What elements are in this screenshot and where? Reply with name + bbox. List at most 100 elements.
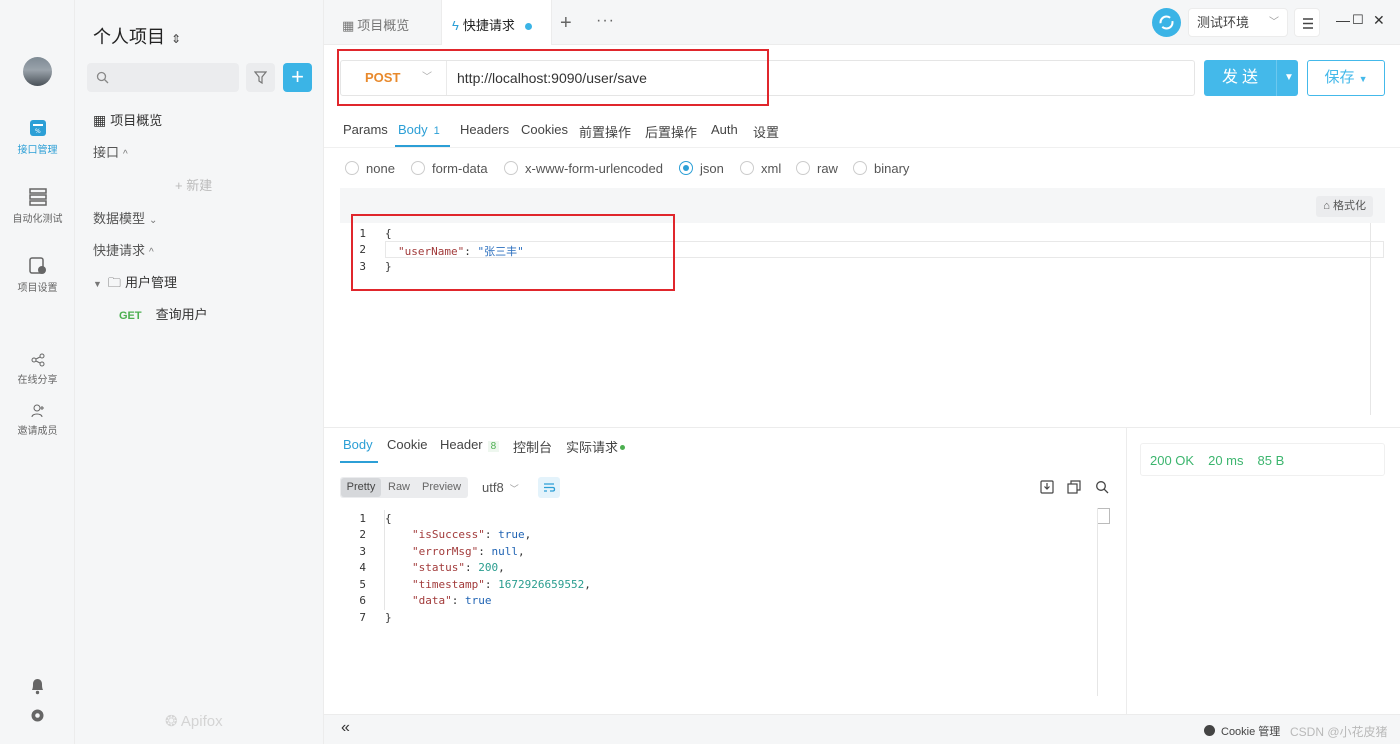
radio-label: binary — [874, 161, 910, 176]
save-label: 保存 — [1324, 69, 1355, 86]
tab-label: 快捷请求 — [462, 18, 515, 33]
editor-scrollbar[interactable] — [1370, 223, 1371, 415]
json-key: "data" — [412, 594, 452, 607]
body-type-xml[interactable]: xml — [740, 161, 781, 176]
rail-label: 在线分享 — [17, 375, 58, 386]
current-line-highlight — [385, 241, 1384, 258]
rail-item-project-settings[interactable]: 项目设置 — [0, 257, 75, 294]
logo-text: Apifox — [180, 713, 223, 730]
filter-button[interactable] — [246, 63, 275, 92]
tab-cookies[interactable]: Cookies — [521, 122, 568, 137]
tab-quick-request[interactable]: ϟ 快捷请求 — [441, 0, 552, 45]
add-button[interactable]: + — [283, 63, 312, 92]
res-tab-console[interactable]: 控制台 — [513, 437, 552, 456]
json-value: 200 — [478, 561, 499, 574]
sidebar-item-overview[interactable]: ▦ 项目概览 — [93, 110, 162, 129]
view-mode-segmented: Pretty Raw Preview — [340, 477, 468, 498]
sidebar-item-quick-requests[interactable]: 快捷请求 ^ — [93, 240, 154, 259]
body-type-urlencoded[interactable]: x-www-form-urlencoded — [504, 161, 663, 176]
sidebar-item-interfaces[interactable]: 接口 ^ — [93, 142, 128, 161]
line-number: 7 — [359, 611, 366, 624]
search-icon[interactable] — [1095, 480, 1109, 494]
tab-body[interactable]: Body 1 — [398, 122, 440, 137]
chevron-down-icon[interactable]: ▼ — [1284, 60, 1294, 96]
tab-settings[interactable]: 设置 — [753, 122, 779, 141]
maximize-button[interactable]: ☐ — [1352, 12, 1364, 28]
scrollbar-thumb[interactable] — [1098, 508, 1110, 524]
body-type-raw[interactable]: raw — [796, 161, 838, 176]
res-tab-actual-request[interactable]: 实际请求 — [566, 437, 626, 456]
rail-item-automation[interactable]: 自动化测试 — [0, 188, 75, 225]
wrap-button[interactable] — [538, 477, 560, 498]
tab-post-ops[interactable]: 后置操作 — [645, 122, 697, 141]
status-code: 200 OK — [1150, 453, 1195, 468]
tab-params[interactable]: Params — [343, 122, 388, 137]
download-icon[interactable] — [1040, 480, 1054, 494]
view-preview[interactable]: Preview — [422, 481, 461, 493]
tab-pre-ops[interactable]: 前置操作 — [579, 122, 631, 141]
sidebar-item-data-models[interactable]: 数据模型 ⌄ — [93, 208, 157, 227]
format-label: 格式化 — [1333, 200, 1366, 212]
environment-select[interactable]: 测试环境 ﹀ — [1188, 8, 1288, 37]
app-rail: % 接口管理 自动化测试 项目设置 在线分享 邀请成员 — [0, 0, 75, 744]
cookie-manager-button[interactable]: Cookie 管理 — [1204, 723, 1280, 739]
rail-item-invite[interactable]: 邀请成员 — [0, 404, 75, 437]
settings-doc-icon — [28, 257, 46, 274]
json-key: "userName" — [398, 245, 465, 258]
response-size: 85 B — [1257, 453, 1285, 468]
sync-button[interactable] — [1152, 8, 1181, 37]
send-button[interactable]: 发送 ▼ — [1204, 60, 1298, 96]
rail-item-api[interactable]: % 接口管理 — [0, 119, 75, 156]
code-line: } — [385, 611, 392, 624]
tab-overview[interactable]: ▦ 项目概览 — [342, 0, 442, 45]
rail-label: 接口管理 — [17, 145, 58, 156]
invite-icon — [31, 404, 44, 418]
environment-menu-button[interactable] — [1294, 8, 1320, 37]
view-raw[interactable]: Raw — [388, 481, 410, 493]
api-icon: % — [29, 120, 46, 136]
line-number: 3 — [359, 260, 366, 273]
add-tab-button[interactable]: + — [560, 12, 572, 35]
body-type-none[interactable]: none — [345, 161, 395, 176]
format-button[interactable]: ⌂ 格式化 — [1316, 196, 1373, 217]
view-pretty[interactable]: Pretty — [341, 478, 381, 497]
bell-icon[interactable] — [29, 678, 46, 695]
line-number: 2 — [359, 528, 366, 541]
tab-auth[interactable]: Auth — [711, 122, 738, 137]
new-button[interactable]: + 新建 — [175, 175, 212, 194]
sidebar: 个人项目 ⇕ + ▦ 项目概览 接口 ^ + 新建 数据模型 ⌄ 快捷请求 ^ ▼ 🗀 用户管… — [75, 0, 324, 744]
collapse-sidebar-button[interactable]: « — [341, 719, 350, 737]
project-title[interactable]: 个人项目 ⇕ — [93, 23, 181, 49]
rail-item-share[interactable]: 在线分享 — [0, 353, 75, 386]
more-tabs-button[interactable]: ··· — [596, 12, 615, 30]
avatar[interactable] — [23, 57, 52, 86]
status-dot — [620, 445, 626, 450]
sidebar-folder-user-management[interactable]: ▼ 🗀 用户管理 — [93, 272, 177, 296]
cookie-icon — [1204, 725, 1215, 736]
method-select[interactable]: POST ﹀ — [341, 61, 447, 95]
gear-icon[interactable] — [29, 707, 46, 724]
body-type-json[interactable]: json — [679, 161, 724, 176]
sidebar-request-query-user[interactable]: GET 查询用户 — [119, 304, 208, 323]
body-type-form-data[interactable]: form-data — [411, 161, 488, 176]
rail-label: 邀请成员 — [17, 426, 58, 437]
save-button[interactable]: 保存 ▼ — [1307, 60, 1385, 96]
radio-label: form-data — [432, 161, 488, 176]
search-input[interactable] — [87, 63, 239, 92]
sync-icon — [1159, 15, 1174, 30]
copy-icon[interactable] — [1067, 480, 1081, 494]
code-line: "status": 200, — [412, 561, 505, 574]
encoding-select[interactable]: utf8 ﹀ — [482, 480, 519, 495]
tab-headers[interactable]: Headers — [460, 122, 509, 137]
res-tab-cookie[interactable]: Cookie — [387, 437, 427, 452]
close-button[interactable]: ✕ — [1373, 12, 1385, 29]
body-type-binary[interactable]: binary — [853, 161, 909, 176]
response-status: 200 OK 20 ms 85 B — [1140, 443, 1385, 476]
code-line: } — [385, 260, 392, 273]
url-input[interactable]: http://localhost:9090/user/save — [457, 61, 647, 95]
response-scrollbar[interactable] — [1097, 508, 1110, 696]
logo-icon: ❂ — [165, 713, 178, 730]
res-tab-header[interactable]: Header 8 — [440, 437, 500, 452]
minimize-button[interactable]: — — [1336, 12, 1350, 28]
res-tab-body[interactable]: Body — [343, 437, 373, 452]
